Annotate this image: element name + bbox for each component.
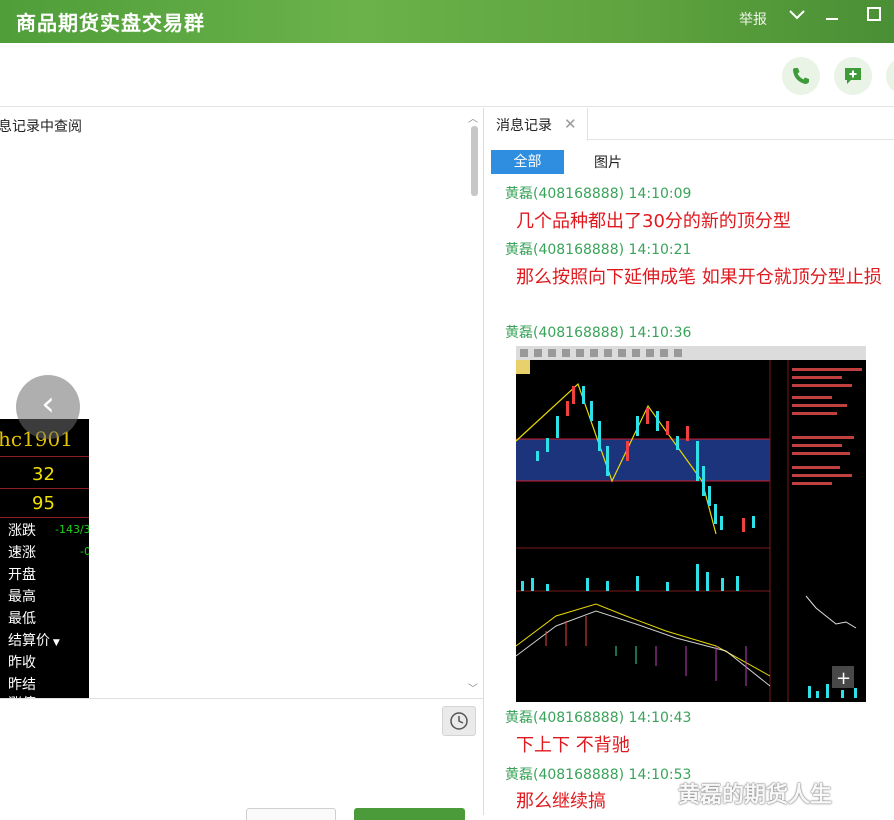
voice-call-button[interactable]: [782, 57, 820, 95]
chart-screenshot-image[interactable]: +: [516, 346, 866, 702]
close-button[interactable]: [246, 808, 336, 820]
filter-all-button[interactable]: 全部: [491, 150, 564, 174]
message-text: 下上下 不背驰: [516, 735, 630, 756]
chevron-left-icon: ‹: [41, 384, 55, 424]
quote-row-label: 最高: [8, 589, 36, 605]
quote-speed-value: -0: [80, 545, 89, 558]
quote-value-1: 32: [32, 464, 55, 485]
window-title: 商品期货实盘交易群: [16, 11, 205, 35]
more-button[interactable]: [886, 57, 894, 95]
divider: [0, 517, 89, 518]
kline-chart-picture: +: [516, 346, 866, 702]
message-meta: 黄磊(408168888) 14:10:09: [505, 186, 692, 202]
chat-toolbar: [0, 43, 894, 107]
history-hint: 息记录中查阅: [0, 119, 82, 135]
history-clock-button[interactable]: [442, 706, 476, 736]
message-meta: 黄磊(408168888) 14:10:36: [505, 325, 692, 341]
watermark: 黄磊的期货人生: [678, 783, 833, 808]
minimize-icon[interactable]: [821, 6, 843, 28]
maximize-icon[interactable]: [864, 6, 886, 28]
message-history-panel: 消息记录 ✕ 全部 图片 黄磊(408168888) 14:10:09 几个品种…: [484, 108, 894, 815]
chat-add-icon: [845, 68, 861, 84]
chat-scrollbar[interactable]: ︿ ﹀: [467, 108, 481, 698]
quote-value-2: 95: [32, 493, 55, 514]
quote-row-label: 结算价 ▼: [8, 630, 60, 650]
dropdown-icon[interactable]: ▼: [50, 638, 60, 648]
scroll-down-icon[interactable]: ﹀: [468, 680, 478, 695]
filter-images-button[interactable]: 图片: [594, 152, 622, 172]
report-link[interactable]: 举报: [739, 9, 767, 29]
message-input-area[interactable]: [0, 698, 483, 820]
previous-image-button[interactable]: ‹: [16, 375, 80, 439]
scroll-thumb[interactable]: [471, 126, 478, 196]
tab-label: 消息记录: [496, 118, 552, 134]
add-app-button[interactable]: [834, 57, 872, 95]
clock-icon: [450, 712, 468, 730]
title-bar: 商品期货实盘交易群 举报: [0, 0, 894, 43]
chat-area: 息记录中查阅 ︿ ﹀ hc1901 32 95 涨跌 -143/3 速涨 -0 …: [0, 108, 483, 698]
message-meta: 黄磊(408168888) 14:10:53: [505, 767, 692, 783]
message-text: 那么按照向下延伸成笔 如果开仓就顶分型止损: [516, 267, 882, 288]
svg-text:+: +: [836, 668, 851, 689]
chevron-down-icon[interactable]: [786, 6, 808, 28]
divider: [0, 456, 89, 457]
settlement-label: 结算价: [8, 633, 50, 649]
history-tab-bar: 消息记录 ✕: [484, 108, 894, 141]
phone-icon: [793, 68, 809, 84]
quote-row-label: 昨收: [8, 655, 36, 671]
quote-row-label: 最低: [8, 611, 36, 627]
message-meta: 黄磊(408168888) 14:10:21: [505, 242, 692, 258]
quote-row-label: 涨跌: [8, 523, 36, 539]
divider: [0, 488, 89, 489]
tab-message-history[interactable]: 消息记录 ✕: [484, 108, 588, 141]
quote-change-value: -143/3: [55, 523, 89, 536]
send-button[interactable]: [354, 808, 465, 820]
close-icon[interactable]: ✕: [564, 115, 577, 133]
message-meta: 黄磊(408168888) 14:10:43: [505, 710, 692, 726]
quote-row-label: 速涨: [8, 545, 36, 561]
quote-panel: hc1901 32 95 涨跌 -143/3 速涨 -0 开盘 最高 最低 结算…: [0, 419, 89, 698]
message-text: 几个品种都出了30分的新的顶分型: [516, 211, 791, 232]
quote-row-label: 昨结: [8, 677, 36, 693]
scroll-up-icon[interactable]: ︿: [468, 110, 478, 125]
quote-row-label: 开盘: [8, 567, 36, 583]
